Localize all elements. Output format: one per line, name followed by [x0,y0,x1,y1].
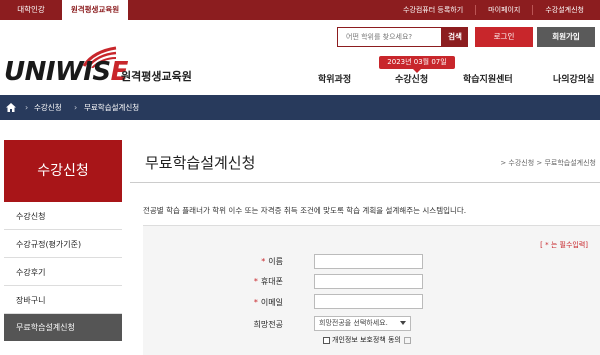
checkbox-icon[interactable] [323,336,330,344]
breadcrumb-item-free-design[interactable]: 무료학습설계신청 [84,95,139,120]
nav-my-classroom[interactable]: 나의강의실 [553,72,594,86]
tab-lifelong-education[interactable]: 원격평생교육원 [62,0,128,20]
breadcrumb: › 수강신청 › 무료학습설계신청 [0,95,600,120]
application-form: [ * 는 필수입력] * 이름 * 휴대폰 * 이메일 희망전공 희망전공을 선택하… [143,225,600,355]
logo[interactable]: UNIWISE 원격평생교육원 [4,46,234,86]
phone-label: * 휴대폰 [253,277,283,286]
select-arrow-icon [400,321,406,325]
email-label: * 이메일 [253,298,283,307]
mypage-link[interactable]: 마이페이지 [475,5,532,15]
name-label: * 이름 [261,257,283,266]
page-description: 전공별 학습 플래너가 학위 이수 또는 자격증 취득 조건에 맞도록 학습 계… [143,206,467,215]
top-links: 수강컴퓨터 등록하기 마이페이지 수강설계신청 [391,0,596,20]
major-label: 희망전공 [253,320,283,329]
nav-learning-support[interactable]: 학습지원센터 [463,72,513,86]
required-note: [ * 는 필수입력] [540,241,588,249]
page-breadcrumb: > 수강신청 > 무료학습설계신청 [500,159,596,167]
sidebar-item-registration[interactable]: 수강신청 [4,203,122,230]
nav-course-registration[interactable]: 수강신청 [395,72,428,86]
sidebar-item-free-design[interactable]: 무료학습설계신청 [4,314,122,341]
privacy-label: 개인정보 보호정책 동의 [332,336,401,344]
sidebar-item-reviews[interactable]: 수강후기 [4,259,122,286]
external-link-icon[interactable] [403,336,411,344]
nav-degree-program[interactable]: 학위과정 [318,72,351,86]
search-button[interactable]: 검색 [442,27,468,47]
chevron-right-icon: › [74,103,78,112]
name-field[interactable] [314,254,423,269]
sidebar-item-rules[interactable]: 수강규정(평가기준) [4,231,122,258]
divider [130,182,600,183]
home-icon[interactable] [0,95,22,120]
course-design-link[interactable]: 수강설계신청 [532,5,596,15]
logo-subtitle: 원격평생교육원 [121,70,192,83]
sidebar-item-cart[interactable]: 장바구니 [4,287,122,314]
major-select[interactable]: 희망전공을 선택하세요. [314,316,411,331]
phone-field[interactable] [314,274,423,289]
privacy-agree[interactable]: 개인정보 보호정책 동의 [323,335,411,345]
register-computer-link[interactable]: 수강컴퓨터 등록하기 [391,5,475,15]
page-title: 무료학습설계신청 [145,154,256,172]
logo-wordmark: UNIWISE [4,57,128,87]
search-input[interactable] [337,27,442,47]
date-badge: 2023년 03월 07일 [379,56,455,73]
login-button[interactable]: 로그인 [475,27,533,47]
tab-university-lecture[interactable]: 대학인강 [0,0,62,20]
top-bar: 대학인강 원격평생교육원 수강컴퓨터 등록하기 마이페이지 수강설계신청 [0,0,600,20]
sidebar-title: 수강신청 [4,140,122,202]
email-field[interactable] [314,294,423,309]
chevron-right-icon: › [25,103,29,112]
breadcrumb-item-course[interactable]: 수강신청 [34,95,62,120]
join-button[interactable]: 회원가입 [537,27,595,47]
